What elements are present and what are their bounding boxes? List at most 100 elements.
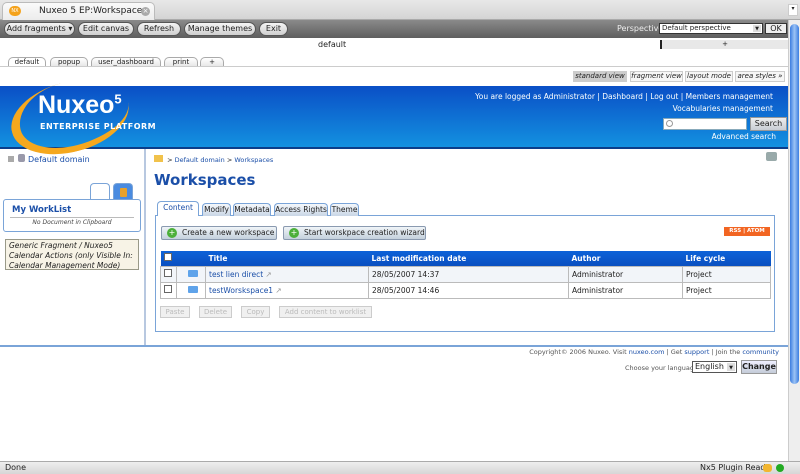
search-icon <box>666 120 673 127</box>
row-checkbox[interactable] <box>164 269 172 277</box>
title-cell: test lien direct ↗ <box>205 265 369 283</box>
search-input[interactable] <box>663 118 747 130</box>
paste-button[interactable]: Paste <box>160 306 190 318</box>
row-select-cell <box>160 265 177 283</box>
table-header: Title Last modification date Author Life… <box>160 251 771 266</box>
breadcrumb-workspaces[interactable]: Workspaces <box>234 156 273 164</box>
support-link[interactable]: support <box>684 348 709 356</box>
workspaces-table: Title Last modification date Author Life… <box>160 251 771 299</box>
tab-content[interactable]: Content <box>157 201 199 216</box>
area-styles-button[interactable]: area styles » <box>735 71 785 82</box>
community-link[interactable]: community <box>742 348 779 356</box>
logo-text: Nuxeo <box>38 91 115 119</box>
copyright-text: Copyright© 2006 Nuxeo. Visit <box>529 348 627 356</box>
worklist-tab-icon[interactable] <box>113 183 133 200</box>
workspace-wizard-button[interactable]: + Start worskpace creation wizard <box>283 226 426 240</box>
lifecycle-cell: Project <box>682 265 771 283</box>
tab-modify[interactable]: Modify <box>202 203 231 216</box>
check-icon <box>776 464 784 472</box>
add-page-tab[interactable]: + <box>660 40 788 49</box>
page-title: Workspaces <box>154 171 256 189</box>
copy-button[interactable]: Copy <box>241 306 270 318</box>
nuxeo-favicon-icon: NX <box>9 6 21 16</box>
join-text: | Join the <box>711 348 741 356</box>
add-fragments-button[interactable]: Add fragments ▾ <box>4 22 75 36</box>
wizard-label: Start worskpace creation wizard <box>304 228 425 237</box>
row-select-cell <box>160 281 177 299</box>
rss-atom-link[interactable]: RSS | ATOM <box>724 227 770 236</box>
tab-access-rights[interactable]: Access Rights <box>274 203 328 216</box>
folder-cell <box>176 281 206 299</box>
tab-title: Nuxeo 5 EP:Workspaces <box>39 6 148 16</box>
ok-button[interactable]: OK <box>765 23 787 34</box>
row-checkbox[interactable] <box>164 285 172 293</box>
title-cell: testWorskspace1 ↗ <box>205 281 369 299</box>
dashboard-link[interactable]: Dashboard <box>602 92 643 101</box>
browser-tab[interactable]: NX Nuxeo 5 EP:Workspaces × <box>2 2 155 20</box>
author-cell: Administrator <box>568 281 683 299</box>
standard-view-button[interactable]: standard view <box>573 71 627 82</box>
close-tab-icon[interactable]: × <box>141 7 150 16</box>
edit-canvas-button[interactable]: Edit canvas <box>78 22 134 36</box>
plugin-status: Nx5 Plugin Ready <box>700 463 771 472</box>
add-to-worklist-button[interactable]: Add content to worklist <box>279 306 372 318</box>
table-row: testWorskspace1 ↗ 28/05/2007 14:46 Admin… <box>160 281 771 299</box>
domain-label: Default domain <box>28 155 90 164</box>
folder-icon <box>187 285 198 293</box>
delete-button[interactable]: Delete <box>199 306 232 318</box>
language-label: Choose your language: <box>625 364 701 372</box>
logo-subtitle: ENTERPRISE PLATFORM <box>40 122 157 131</box>
worklist-panel: My WorkList No Document in Clipboard <box>3 199 141 232</box>
generic-fragment-note: Generic Fragment / Nuxeo5 Calendar Actio… <box>5 239 139 270</box>
members-link[interactable]: Members management <box>686 92 773 101</box>
icon-header <box>176 251 206 266</box>
folder-up-icon[interactable] <box>154 155 163 162</box>
clipboard-tab-icon[interactable] <box>90 183 110 200</box>
tab-metadata[interactable]: Metadata <box>233 203 271 216</box>
tree-item-default-domain[interactable]: Default domain <box>8 154 90 164</box>
perspective-value: Default perspective <box>662 24 731 32</box>
chevron-down-icon: ▼ <box>727 363 735 371</box>
scrollbar-thumb[interactable] <box>790 24 799 384</box>
folder-cell <box>176 265 206 283</box>
external-link-icon[interactable]: ↗ <box>266 270 272 279</box>
breadcrumb-default-domain[interactable]: Default domain <box>175 156 225 164</box>
lifecycle-cell: Project <box>682 281 771 299</box>
perspective-select[interactable]: Default perspective ▼ <box>659 23 763 34</box>
change-language-button[interactable]: Change <box>741 360 777 374</box>
external-link-icon[interactable]: ↗ <box>275 286 281 295</box>
search-button[interactable]: Search <box>750 117 787 131</box>
worklist-empty: No Document in Clipboard <box>10 217 134 226</box>
plus-icon: + <box>289 228 299 238</box>
nuxeo-link[interactable]: nuxeo.com <box>629 348 665 356</box>
col-lifecycle[interactable]: Life cycle <box>682 251 771 266</box>
date-cell: 28/05/2007 14:37 <box>368 265 569 283</box>
worklist-title: My WorkList <box>12 205 72 215</box>
col-author[interactable]: Author <box>568 251 683 266</box>
print-icon[interactable] <box>766 152 777 161</box>
advanced-search-link[interactable]: Advanced search <box>712 132 776 141</box>
nuxeo-plugin-icon[interactable] <box>763 464 772 472</box>
language-value: English <box>695 362 724 371</box>
tab-theme[interactable]: Theme <box>330 203 359 216</box>
tab-list-dropdown[interactable]: ▾ <box>788 4 798 16</box>
author-cell: Administrator <box>568 265 683 283</box>
col-date[interactable]: Last modification date <box>368 251 569 266</box>
expand-icon[interactable] <box>8 156 14 162</box>
manage-themes-button[interactable]: Manage themes <box>184 22 256 36</box>
vocabularies-link[interactable]: Vocabularies management <box>673 104 773 113</box>
logout-link[interactable]: Log out <box>650 92 678 101</box>
refresh-button[interactable]: Refresh <box>137 22 181 36</box>
layout-mode-button[interactable]: layout mode <box>685 71 733 82</box>
nuxeo-logo[interactable]: Nuxeo5 <box>38 91 122 120</box>
row-title-link[interactable]: test lien direct <box>209 270 263 279</box>
footer <box>0 345 788 461</box>
exit-button[interactable]: Exit <box>259 22 288 36</box>
create-workspace-button[interactable]: + Create a new workspace <box>161 226 277 240</box>
language-select[interactable]: English ▼ <box>692 361 737 373</box>
col-title[interactable]: Title <box>205 251 369 266</box>
page-name: default <box>318 40 347 49</box>
select-all-checkbox[interactable] <box>163 253 172 262</box>
row-title-link[interactable]: testWorskspace1 <box>209 286 273 295</box>
fragment-view-button[interactable]: fragment view <box>630 71 683 82</box>
